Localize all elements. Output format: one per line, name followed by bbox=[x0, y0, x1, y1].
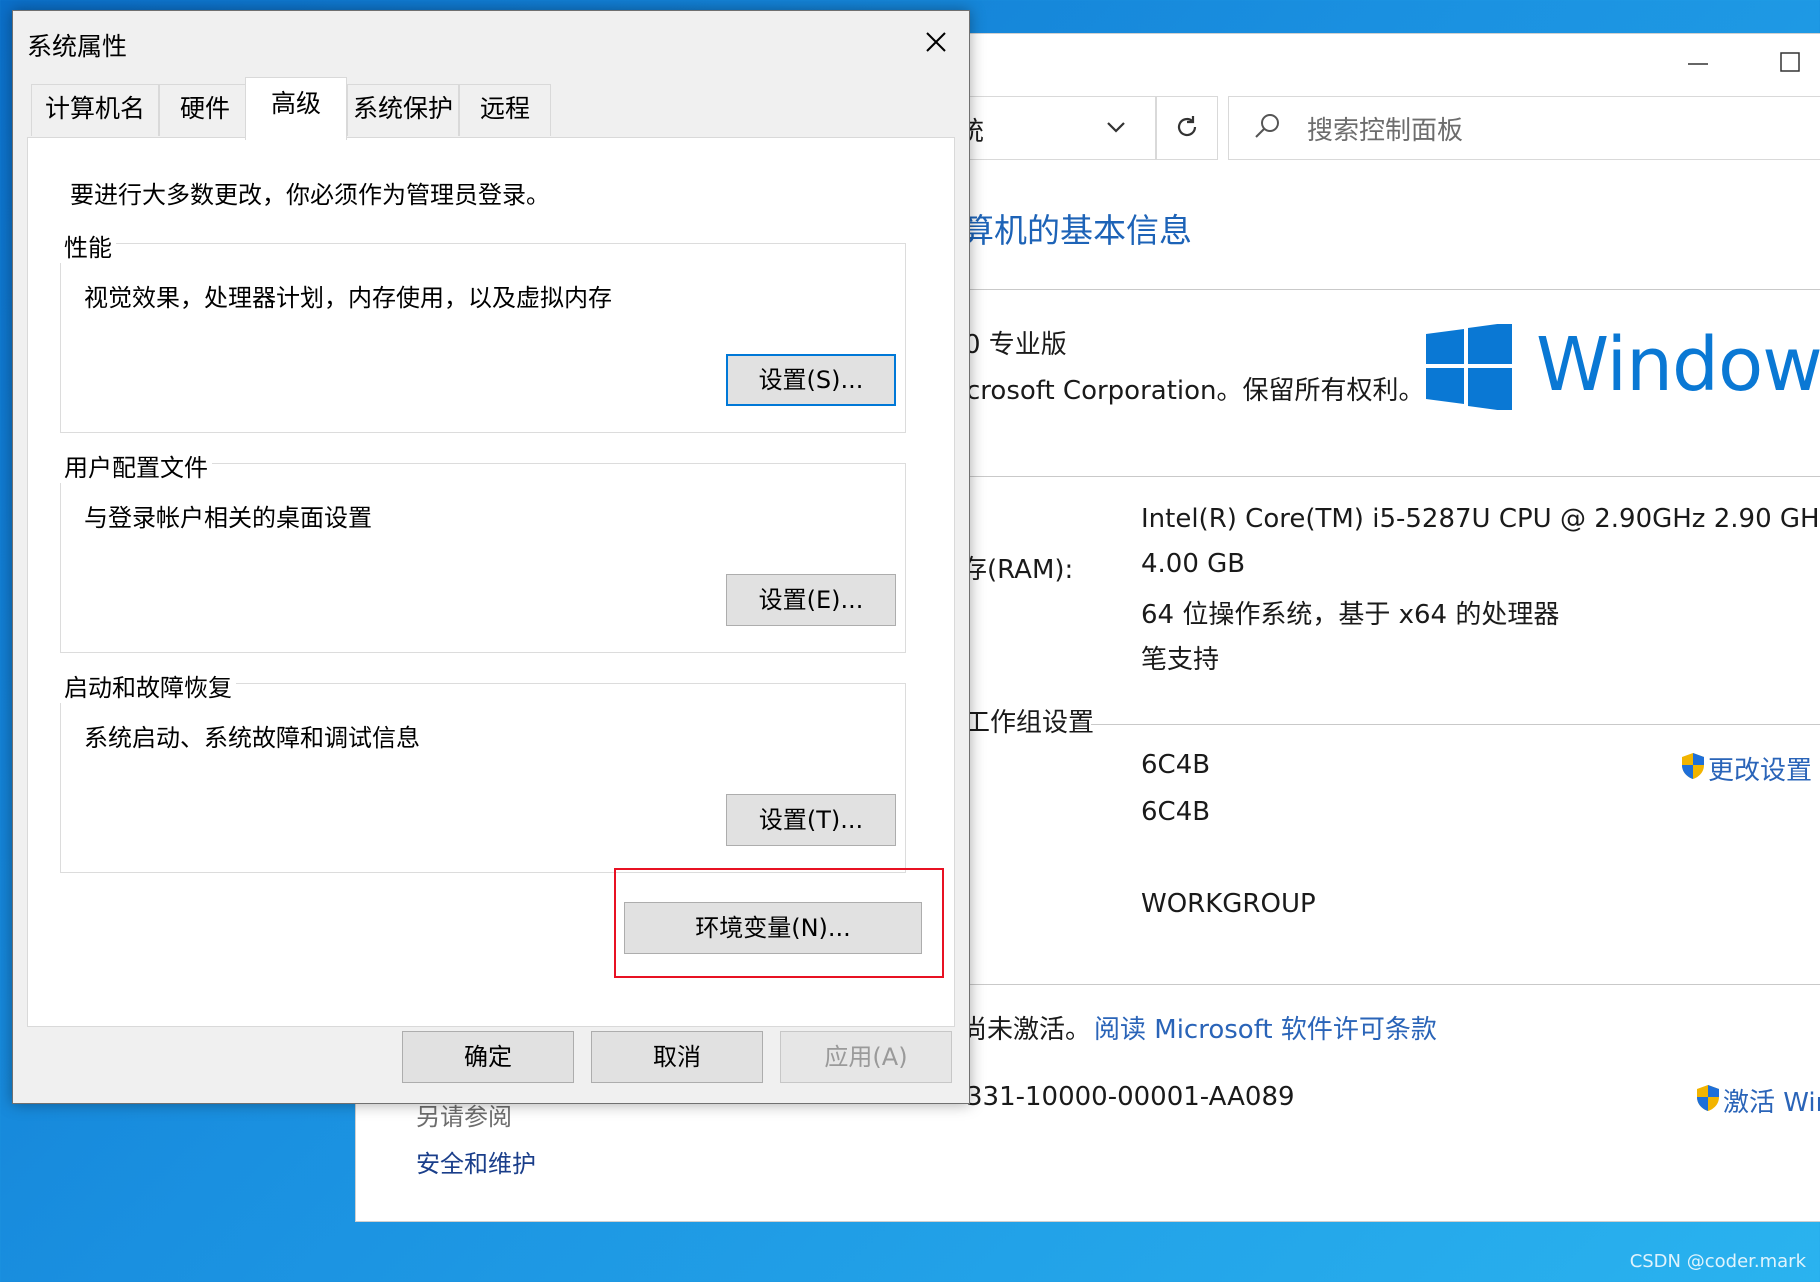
activate-windows-link[interactable]: 激活 Wir bbox=[1723, 1082, 1820, 1119]
page-heading: 算机的基本信息 bbox=[961, 211, 1192, 250]
system-type-value: 64 位操作系统，基于 x64 的处理器 bbox=[1141, 600, 1560, 630]
divider bbox=[961, 984, 1820, 985]
divider bbox=[961, 476, 1820, 477]
startup-recovery-description: 系统启动、系统故障和调试信息 bbox=[84, 724, 420, 752]
ram-label: 存(RAM): bbox=[961, 555, 1074, 585]
search-placeholder: 搜索控制面板 bbox=[1307, 116, 1464, 146]
search-input[interactable]: 搜索控制面板 bbox=[1228, 96, 1820, 160]
system-properties-dialog: 系统属性 计算机名 硬件 高级 系统保护 远程 要进行大多数更改，你必须作为管理… bbox=[12, 10, 970, 1104]
pen-touch-value: 笔支持 bbox=[1141, 645, 1220, 675]
user-profiles-settings-button[interactable]: 设置(E)... bbox=[726, 574, 896, 626]
tab-label: 高级 bbox=[270, 89, 321, 118]
apply-button[interactable]: 应用(A) bbox=[780, 1031, 952, 1083]
workgroup-section-heading: 工作组设置 bbox=[964, 708, 1095, 738]
edition-text: 0 专业版 bbox=[964, 330, 1067, 360]
computer-name-value: 6C4B bbox=[1141, 750, 1211, 780]
uac-shield-icon bbox=[1681, 752, 1705, 780]
tab-label: 计算机名 bbox=[44, 94, 145, 123]
windows-logo bbox=[1426, 322, 1512, 414]
startup-recovery-group-label: 启动和故障恢复 bbox=[60, 668, 236, 703]
workgroup-value: WORKGROUP bbox=[1141, 889, 1316, 919]
performance-group-label: 性能 bbox=[60, 228, 116, 263]
processor-value: Intel(R) Core(TM) i5-5287U CPU @ 2.90GHz… bbox=[1141, 504, 1820, 534]
cancel-button[interactable]: 取消 bbox=[591, 1031, 763, 1083]
user-profiles-description: 与登录帐户相关的桌面设置 bbox=[84, 504, 372, 532]
tab-label: 硬件 bbox=[179, 94, 230, 123]
watermark: CSDN @coder.mark bbox=[1629, 1251, 1806, 1272]
admin-note: 要进行大多数更改，你必须作为管理员登录。 bbox=[70, 181, 550, 209]
divider bbox=[961, 289, 1820, 290]
windows-logo-text: Windows bbox=[1536, 322, 1820, 408]
refresh-button[interactable] bbox=[1156, 96, 1218, 160]
uac-shield-icon bbox=[1696, 1084, 1720, 1112]
tab-remote[interactable]: 远程 bbox=[459, 84, 551, 136]
performance-settings-button[interactable]: 设置(S)... bbox=[726, 354, 896, 406]
copyright-text: crosoft Corporation。保留所有权利。 bbox=[966, 376, 1425, 406]
tab-system-protection[interactable]: 系统保护 bbox=[347, 84, 459, 136]
tab-advanced[interactable]: 高级 bbox=[245, 77, 347, 140]
change-settings-link[interactable]: 更改设置 bbox=[1708, 750, 1812, 787]
tab-label: 远程 bbox=[479, 94, 530, 123]
license-terms-link[interactable]: 阅读 Microsoft 软件许可条款 bbox=[1094, 1009, 1437, 1046]
divider bbox=[1091, 724, 1820, 725]
activation-status: 尚未激活。 bbox=[961, 1015, 1092, 1045]
tab-label: 系统保护 bbox=[352, 94, 453, 123]
minimize-icon[interactable] bbox=[1686, 52, 1710, 83]
tab-hardware[interactable]: 硬件 bbox=[159, 84, 251, 136]
security-maintenance-link[interactable]: 安全和维护 bbox=[416, 1144, 536, 1179]
startup-recovery-settings-button[interactable]: 设置(T)... bbox=[726, 794, 896, 846]
search-icon bbox=[1253, 111, 1283, 145]
user-profiles-group-label: 用户配置文件 bbox=[60, 448, 212, 483]
advanced-tab-panel: 要进行大多数更改，你必须作为管理员登录。 性能 视觉效果，处理器计划，内存使用，… bbox=[27, 137, 955, 1027]
full-name-value: 6C4B bbox=[1141, 797, 1211, 827]
maximize-icon[interactable] bbox=[1778, 50, 1802, 81]
close-icon[interactable] bbox=[919, 25, 953, 59]
product-id-value: 331-10000-00001-AA089 bbox=[966, 1082, 1295, 1112]
ram-value: 4.00 GB bbox=[1141, 549, 1246, 579]
refresh-icon bbox=[1173, 113, 1201, 145]
dialog-title: 系统属性 bbox=[27, 32, 128, 61]
ok-button[interactable]: 确定 bbox=[402, 1031, 574, 1083]
chevron-down-icon[interactable] bbox=[1105, 119, 1127, 141]
tab-computer-name[interactable]: 计算机名 bbox=[31, 84, 159, 136]
environment-variables-button[interactable]: 环境变量(N)... bbox=[624, 902, 922, 954]
performance-description: 视觉效果，处理器计划，内存使用，以及虚拟内存 bbox=[84, 284, 612, 312]
